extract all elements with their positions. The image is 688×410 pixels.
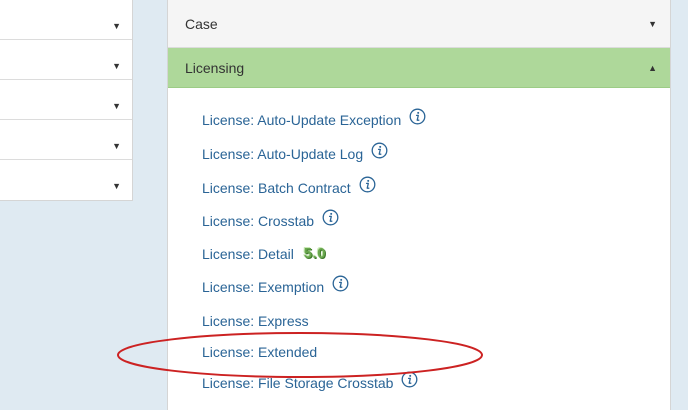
caret-down-icon: ▼: [112, 141, 121, 151]
case-header-label: Case: [185, 16, 218, 32]
licensing-accordion-header[interactable]: Licensing ▲: [168, 48, 670, 88]
license-file-storage-crosstab-link[interactable]: License: File Storage Crosstab: [202, 375, 393, 391]
list-item: License: Auto-Update Log: [202, 142, 388, 165]
left-accordion-row-3[interactable]: ▼: [0, 80, 132, 120]
license-batch-contract-link[interactable]: License: Batch Contract: [202, 180, 351, 196]
license-extended-link[interactable]: License: Extended: [202, 344, 317, 360]
licensing-header-label: Licensing: [185, 60, 245, 76]
list-item: License: Detail 5.0: [202, 243, 326, 265]
case-accordion-header[interactable]: Case ▼: [168, 0, 670, 48]
caret-down-icon: ▼: [648, 18, 657, 29]
info-icon[interactable]: [322, 209, 339, 232]
info-icon[interactable]: [332, 275, 349, 298]
list-item: License: Express: [202, 310, 309, 332]
license-auto-update-log-link[interactable]: License: Auto-Update Log: [202, 146, 363, 162]
left-accordion-row-1[interactable]: ▼: [0, 0, 132, 40]
license-auto-update-exception-link[interactable]: License: Auto-Update Exception: [202, 112, 401, 128]
left-accordion-row-5[interactable]: ▼: [0, 160, 132, 200]
list-item: License: Extended: [202, 341, 317, 363]
license-crosstab-link[interactable]: License: Crosstab: [202, 213, 314, 229]
license-exemption-link[interactable]: License: Exemption: [202, 279, 324, 295]
caret-down-icon: ▼: [112, 61, 121, 71]
list-item: License: Auto-Update Exception: [202, 108, 426, 131]
caret-down-icon: ▼: [112, 101, 121, 111]
version-badge: 5.0: [303, 244, 327, 262]
list-item: License: Batch Contract: [202, 176, 376, 199]
info-icon[interactable]: [359, 176, 376, 199]
license-express-link[interactable]: License: Express: [202, 313, 309, 329]
license-detail-link[interactable]: License: Detail: [202, 246, 294, 262]
info-icon[interactable]: [409, 108, 426, 131]
caret-down-icon: ▼: [112, 181, 121, 191]
caret-up-icon: ▲: [648, 62, 657, 73]
caret-down-icon: ▼: [112, 21, 121, 31]
list-item: License: Exemption: [202, 275, 349, 298]
left-accordion-row-4[interactable]: ▼: [0, 120, 132, 160]
left-accordion-panel: ▼ ▼ ▼ ▼ ▼: [0, 0, 133, 201]
report-category-panel: Case ▼ Licensing ▲ License: Auto-Update …: [167, 0, 671, 410]
info-icon[interactable]: [371, 142, 388, 165]
info-icon[interactable]: [401, 371, 418, 394]
left-accordion-row-2[interactable]: ▼: [0, 40, 132, 80]
list-item: License: File Storage Crosstab: [202, 371, 418, 394]
list-item: License: Crosstab: [202, 209, 339, 232]
